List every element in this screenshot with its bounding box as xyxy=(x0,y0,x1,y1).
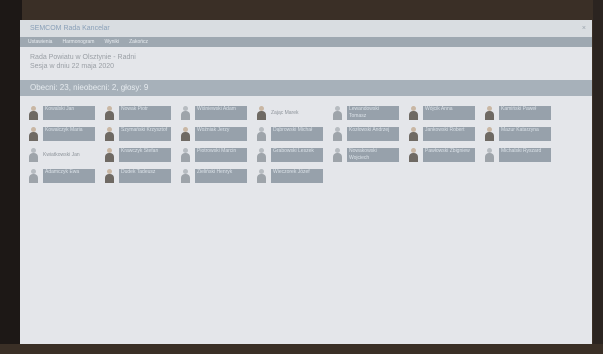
person-avatar-icon xyxy=(104,126,115,141)
title-bar: SEMCOM Rada Kancelar × xyxy=(20,20,592,37)
councillor-card[interactable]: Krawczyk Stefan xyxy=(104,146,180,163)
councillor-grid: Kowalski Jan Nowak Piotr Wiśniewski Adam Za… xyxy=(20,104,592,184)
councillor-card[interactable]: Wójcik Anna xyxy=(408,104,484,121)
councillor-card[interactable]: Kowalski Jan xyxy=(28,104,104,121)
councillor-card[interactable]: Wiśniewski Adam xyxy=(180,104,256,121)
person-avatar-icon xyxy=(408,147,419,162)
councillor-card[interactable]: Kwiatkowski Jan xyxy=(28,146,104,163)
councillor-card[interactable]: Zając Marek xyxy=(256,104,332,121)
person-avatar-icon xyxy=(332,147,343,162)
person-avatar-icon xyxy=(180,147,191,162)
organization-name: Rada Powiatu w Olsztynie - Radni xyxy=(30,54,136,61)
close-icon[interactable]: × xyxy=(582,20,586,37)
councillor-card[interactable]: Woźniak Jerzy xyxy=(180,125,256,142)
councillor-name: Wieczorek Józef xyxy=(271,168,323,183)
councillor-name: Jankowski Robert xyxy=(423,126,475,141)
monitor-bezel-right xyxy=(593,0,603,354)
person-avatar-icon xyxy=(256,105,267,120)
councillor-name: Michalski Ryszard xyxy=(499,147,551,162)
councillor-name: Kamiński Paweł xyxy=(499,105,551,120)
councillor-card[interactable]: Wieczorek Józef xyxy=(256,167,332,184)
menu-item[interactable]: Wyniki xyxy=(104,39,119,45)
councillor-name: Nowak Piotr xyxy=(119,105,171,120)
councillor-card[interactable]: Szymański Krzysztof xyxy=(104,125,180,142)
councillor-card[interactable]: Grabowski Leszek xyxy=(256,146,332,163)
councillor-name: Dudek Tadeusz xyxy=(119,168,171,183)
councillor-name: Woźniak Jerzy xyxy=(195,126,247,141)
councillor-name: Wiśniewski Adam xyxy=(195,105,247,120)
person-avatar-icon xyxy=(484,105,495,120)
menu-bar: Ustawienia Harmonogram Wyniki Zakończ xyxy=(20,37,592,47)
councillor-card[interactable]: Kozłowski Andrzej xyxy=(332,125,408,142)
session-date: Sesja w dniu 22 maja 2020 xyxy=(30,63,115,70)
person-avatar-icon xyxy=(28,126,39,141)
councillor-name: Grabowski Leszek xyxy=(271,147,323,162)
councillor-card[interactable]: Lewandowski Tomasz xyxy=(332,104,408,121)
councillor-name: Kowalczyk Maria xyxy=(43,126,95,141)
session-header: Rada Powiatu w Olsztynie - Radni Sesja w… xyxy=(20,47,592,71)
councillor-name: Wójcik Anna xyxy=(423,105,475,120)
councillor-name: Mazur Katarzyna xyxy=(499,126,551,141)
councillor-name: Zieliński Henryk xyxy=(195,168,247,183)
councillor-card[interactable]: Nowakowski Wojciech xyxy=(332,146,408,163)
councillor-name: Szymański Krzysztof xyxy=(119,126,171,141)
person-avatar-icon xyxy=(408,126,419,141)
councillor-name: Kwiatkowski Jan xyxy=(43,151,80,158)
app-window: SEMCOM Rada Kancelar × Ustawienia Harmono… xyxy=(20,20,592,344)
person-avatar-icon xyxy=(484,147,495,162)
councillor-card[interactable]: Mazur Katarzyna xyxy=(484,125,560,142)
person-avatar-icon xyxy=(484,126,495,141)
person-avatar-icon xyxy=(256,168,267,183)
person-avatar-icon xyxy=(104,105,115,120)
person-avatar-icon xyxy=(408,105,419,120)
person-avatar-icon xyxy=(256,147,267,162)
councillor-card[interactable]: Kowalczyk Maria xyxy=(28,125,104,142)
councillor-name: Dąbrowski Michał xyxy=(271,126,323,141)
councillor-name: Nowakowski Wojciech xyxy=(347,147,399,162)
councillor-name: Lewandowski Tomasz xyxy=(347,105,399,120)
person-avatar-icon xyxy=(28,105,39,120)
councillor-name: Kozłowski Andrzej xyxy=(347,126,399,141)
menu-item[interactable]: Zakończ xyxy=(129,39,148,45)
councillor-card[interactable]: Dąbrowski Michał xyxy=(256,125,332,142)
councillor-card[interactable]: Zieliński Henryk xyxy=(180,167,256,184)
councillor-name: Kowalski Jan xyxy=(43,105,95,120)
person-avatar-icon xyxy=(180,126,191,141)
person-avatar-icon xyxy=(104,147,115,162)
menu-item[interactable]: Harmonogram xyxy=(62,39,94,45)
person-avatar-icon xyxy=(332,126,343,141)
person-avatar-icon xyxy=(28,168,39,183)
councillor-card[interactable]: Dudek Tadeusz xyxy=(104,167,180,184)
councillor-name: Krawczyk Stefan xyxy=(119,147,171,162)
attendance-summary-bar: Obecni: 23, nieobecni: 2, głosy: 9 xyxy=(20,80,592,96)
person-avatar-icon xyxy=(256,126,267,141)
councillor-name: Piotrowski Marcin xyxy=(195,147,247,162)
councillor-name: Pawłowski Zbigniew xyxy=(423,147,475,162)
councillor-card[interactable]: Michalski Ryszard xyxy=(484,146,560,163)
councillor-name: Adamczyk Ewa xyxy=(43,168,95,183)
person-avatar-icon xyxy=(28,147,39,162)
councillor-card[interactable]: Jankowski Robert xyxy=(408,125,484,142)
person-avatar-icon xyxy=(180,105,191,120)
councillor-card[interactable]: Nowak Piotr xyxy=(104,104,180,121)
councillor-card[interactable]: Adamczyk Ewa xyxy=(28,167,104,184)
person-avatar-icon xyxy=(180,168,191,183)
person-avatar-icon xyxy=(332,105,343,120)
councillor-name: Zając Marek xyxy=(271,109,299,116)
councillor-card[interactable]: Pawłowski Zbigniew xyxy=(408,146,484,163)
councillor-card[interactable]: Piotrowski Marcin xyxy=(180,146,256,163)
monitor-bezel-left xyxy=(0,0,22,354)
menu-item[interactable]: Ustawienia xyxy=(28,39,52,45)
councillor-card[interactable]: Kamiński Paweł xyxy=(484,104,560,121)
monitor-bottom-edge xyxy=(0,344,603,354)
person-avatar-icon xyxy=(104,168,115,183)
window-title: SEMCOM Rada Kancelar xyxy=(30,25,110,32)
